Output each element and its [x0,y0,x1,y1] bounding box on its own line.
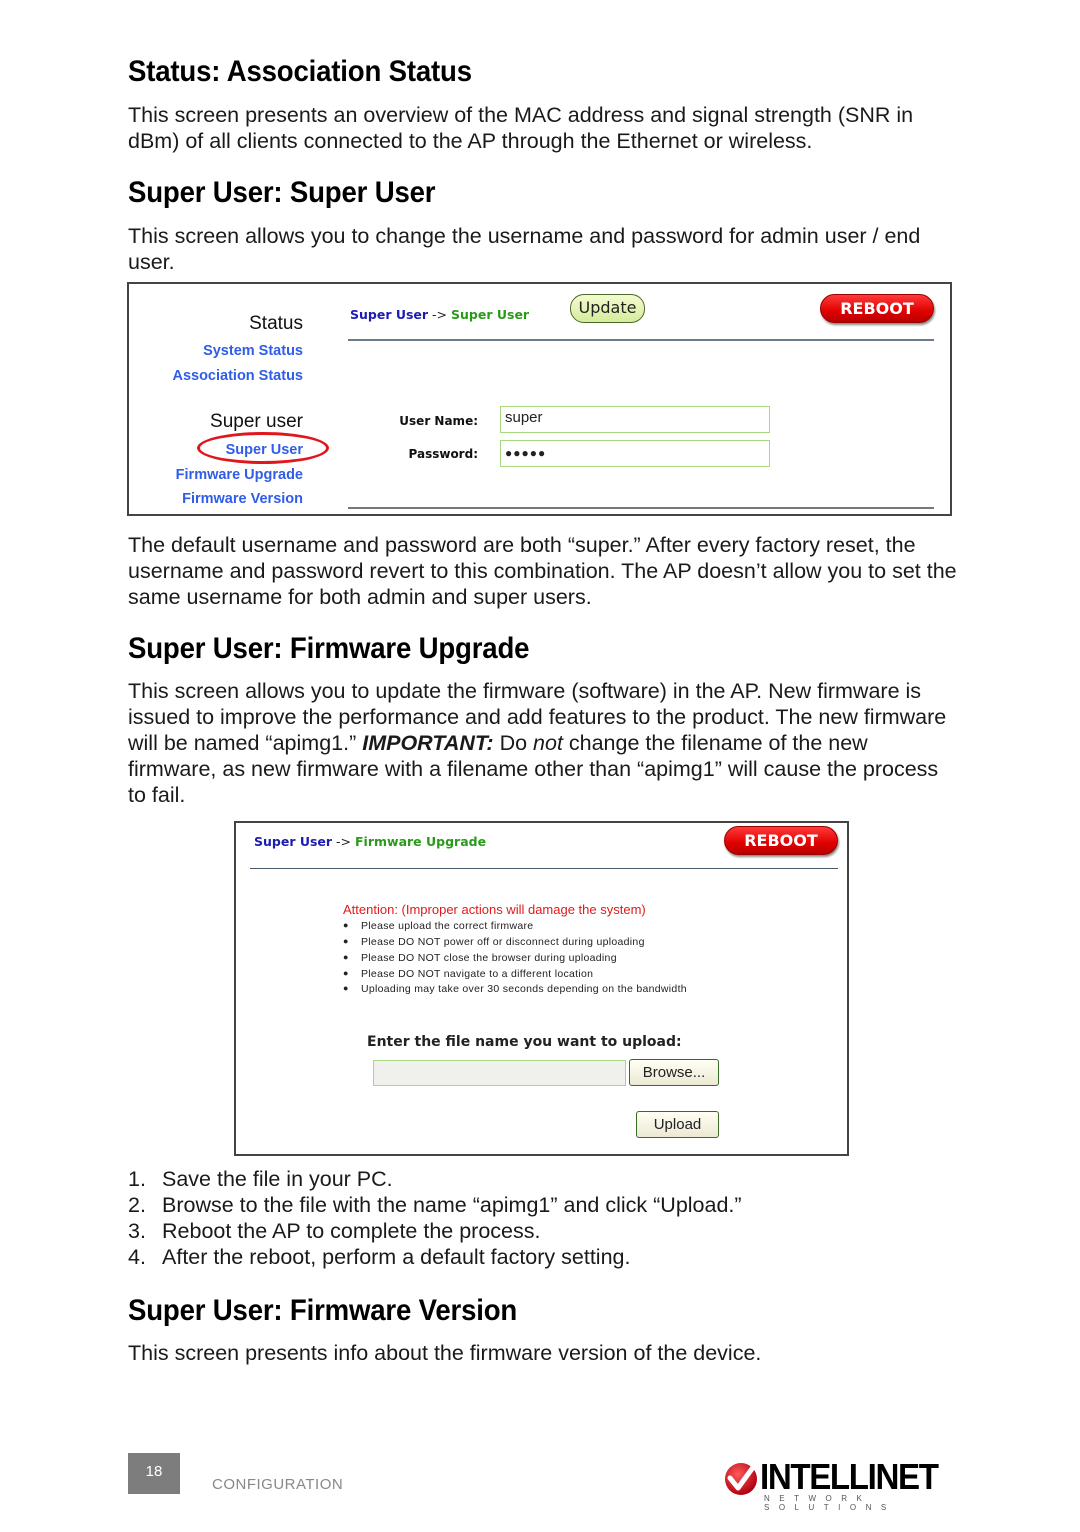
warning-bullet: Please DO NOT close the browser during u… [343,952,617,964]
breadcrumb-current: Super User [451,307,530,322]
section-heading-firmware-version: Super User: Firmware Version [128,1294,518,1327]
sidebar-item-firmware-upgrade[interactable]: Firmware Upgrade [176,467,303,483]
password-label: Password: [408,447,479,461]
breadcrumb: Super User -> Super User [350,307,529,322]
step-item: 2. Browse to the file with the name “apim… [128,1192,742,1218]
breadcrumb: Super User -> Firmware Upgrade [254,834,486,849]
body-text: Do [493,731,534,755]
section-note-default-credentials: The default username and password are bo… [128,533,957,609]
section-heading-super-user: Super User: Super User [128,176,436,209]
footer-section-label: CONFIGURATION [212,1476,344,1493]
breadcrumb-parent[interactable]: Super User [350,307,428,322]
sidebar-item-super-user[interactable]: Super User [226,442,303,458]
intellinet-logo: INTELLINET NETWORK SOLUTIONS [724,1456,956,1512]
warning-bullet: Please DO NOT navigate to a different lo… [343,968,593,980]
emphasis-not: not [533,731,563,755]
super-user-screenshot: Status System Status Association Status … [127,282,952,516]
header-divider [348,339,934,341]
sidebar-item-firmware-version[interactable]: Firmware Version [182,491,303,507]
password-input[interactable]: ●●●●● [500,440,770,467]
section-heading-firmware-upgrade: Super User: Firmware Upgrade [128,632,530,665]
section-body-association-status: This screen presents an overview of the … [128,103,914,153]
section-heading-association-status: Status: Association Status [128,55,472,88]
step-number: 1. [128,1167,146,1191]
logo-wordmark: INTELLINET [760,1456,939,1497]
step-item: 1. Save the file in your PC. [128,1166,742,1192]
step-number: 2. [128,1193,146,1217]
breadcrumb-current: Firmware Upgrade [355,834,487,849]
sidebar-group-status-title: Status [249,313,303,334]
warning-bullet: Please DO NOT power off or disconnect du… [343,936,645,948]
reboot-button[interactable]: REBOOT [820,294,934,323]
breadcrumb-parent[interactable]: Super User [254,834,332,849]
warning-bullet: Uploading may take over 30 seconds depen… [343,983,687,995]
step-text: Reboot the AP to complete the process. [162,1219,541,1243]
footer-divider [348,507,934,509]
sidebar-item-system-status[interactable]: System Status [203,343,303,359]
header-divider [250,868,838,869]
step-text: Browse to the file with the name “apimg1… [162,1193,742,1217]
important-label: IMPORTANT: [362,731,494,755]
sidebar-group-super-user-title: Super user [210,411,303,432]
warning-bullet: Please upload the correct firmware [343,920,533,932]
step-number: 3. [128,1219,146,1243]
step-text: After the reboot, perform a default fact… [162,1245,631,1269]
firmware-upgrade-screenshot: Super User -> Firmware Upgrade REBOOT At… [234,821,849,1156]
step-item: 3. Reboot the AP to complete the process. [128,1218,742,1244]
username-label: User Name: [399,414,478,428]
logo-tagline: NETWORK SOLUTIONS [764,1494,896,1512]
attention-warning: Attention: (Improper actions will damage… [343,902,646,917]
section-body-super-user: This screen allows you to change the use… [128,224,921,274]
firmware-upgrade-steps: 1. Save the file in your PC. 2. Browse to … [128,1166,742,1270]
step-text: Save the file in your PC. [162,1167,393,1191]
step-number: 4. [128,1245,146,1269]
section-body-firmware-version: This screen presents info about the firm… [128,1341,762,1365]
reboot-button[interactable]: REBOOT [724,826,838,855]
breadcrumb-separator: -> [428,307,452,322]
step-item: 4. After the reboot, perform a default fa… [128,1244,742,1270]
section-body-firmware-upgrade: This screen allows you to update the fir… [128,678,958,808]
breadcrumb-separator: -> [332,834,356,849]
sidebar-item-association-status[interactable]: Association Status [172,368,303,384]
page-number: 18 [128,1453,180,1494]
upload-button[interactable]: Upload [636,1111,719,1138]
update-button[interactable]: Update [570,294,645,323]
file-prompt: Enter the file name you want to upload: [367,1034,682,1050]
username-input[interactable]: super [500,406,770,433]
file-path-input[interactable] [373,1060,626,1086]
browse-button[interactable]: Browse... [629,1059,719,1086]
